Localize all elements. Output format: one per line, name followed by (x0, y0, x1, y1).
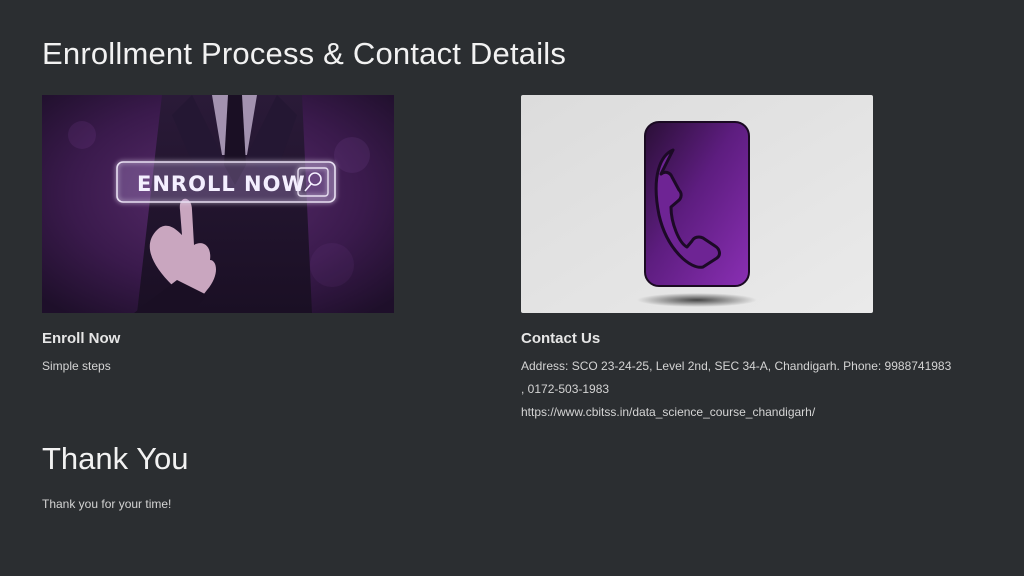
contact-address-line2: , 0172-503-1983 (521, 382, 610, 396)
contact-url[interactable]: https://www.cbitss.in/data_science_cours… (521, 401, 815, 424)
contact-heading: Contact Us (521, 330, 601, 347)
thank-you-title: Thank You (42, 441, 189, 476)
enroll-heading: Enroll Now (42, 330, 121, 347)
thank-you-text: Thank you for your time! (42, 497, 172, 511)
contact-address-line1: Address: SCO 23-24-25, Level 2nd, SEC 34… (521, 359, 952, 373)
slide: Enrollment Process & Contact Details ENR… (0, 0, 1024, 576)
enroll-now-image: ENROLL NOW (42, 95, 394, 313)
contact-phone-image (521, 95, 873, 313)
slide-title: Enrollment Process & Contact Details (42, 36, 567, 71)
enroll-now-image-text: ENROLL NOW (137, 172, 306, 196)
enroll-text: Simple steps (42, 359, 111, 373)
